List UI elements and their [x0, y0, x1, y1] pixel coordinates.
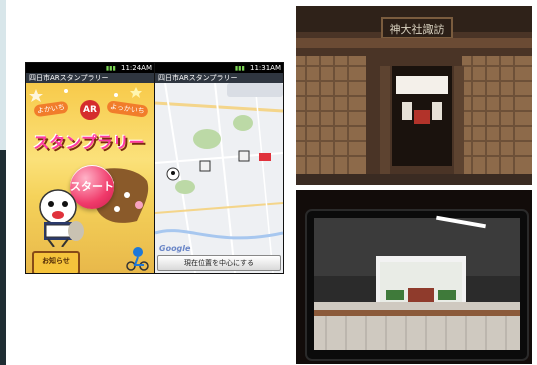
- phone-screenshot-title-screen: ▮▮▮ 11:24AM 四日市ARスタンプラリー よかいち AR よっかいち ス…: [25, 62, 155, 274]
- status-bar: ▮▮▮ 11:31AM: [155, 63, 283, 73]
- game-title-screen: よかいち AR よっかいち スタンプラリー スタート お知らせ: [26, 83, 154, 273]
- side-strip-dark: [0, 150, 6, 365]
- side-strip-light: [0, 0, 6, 150]
- tablet-ar-photo: [296, 190, 532, 364]
- map-provider-logo: Google: [159, 244, 191, 253]
- app-title-bar: 四日市ARスタンプラリー: [155, 73, 283, 83]
- shrine-illustration: 神大社諏訪: [296, 6, 532, 185]
- cyclist-mascot-icon: [126, 247, 149, 271]
- center-location-button[interactable]: 現在位置を中心にする: [157, 255, 281, 271]
- mascot-character: [39, 189, 84, 247]
- info-button[interactable]: お知らせ: [32, 251, 80, 273]
- shrine-photo: 神大社諏訪: [296, 6, 532, 185]
- status-time: 11:31AM: [249, 64, 281, 72]
- ar-badge: AR: [80, 100, 100, 120]
- status-bar: ▮▮▮ 11:24AM: [26, 63, 154, 73]
- map-view[interactable]: Google 現在位置を中心にする: [155, 83, 283, 273]
- shrine-plaque-text: 神大社諏訪: [390, 22, 445, 36]
- collage: ▮▮▮ 11:24AM 四日市ARスタンプラリー よかいち AR よっかいち ス…: [0, 0, 537, 365]
- stamp-rally-title: スタンプラリー: [33, 133, 145, 152]
- app-title-bar: 四日市ARスタンプラリー: [26, 73, 154, 83]
- status-time: 11:24AM: [120, 64, 152, 72]
- phone-screenshot-map-screen: ▮▮▮ 11:31AM 四日市ARスタンプラリー Google 現在位置を中心に…: [154, 62, 284, 274]
- tablet-ar-illustration: [296, 190, 532, 364]
